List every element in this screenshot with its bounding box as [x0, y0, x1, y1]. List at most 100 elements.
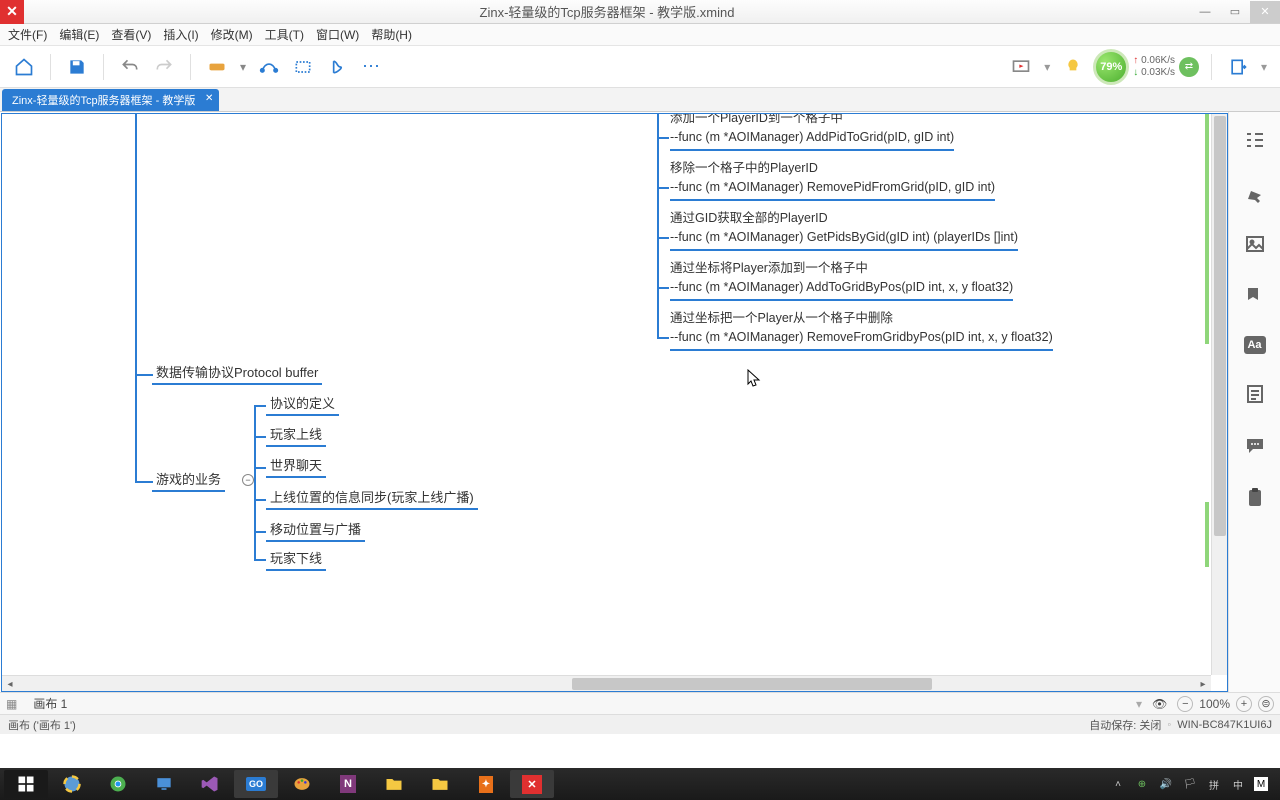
menu-modify[interactable]: 修改(M) [211, 26, 253, 43]
document-tab[interactable]: Zinx-轻量级的Tcp服务器框架 - 教学版 ✕ [2, 89, 219, 111]
marker-icon[interactable] [1243, 284, 1267, 308]
status-left: 画布 ('画布 1') [8, 717, 76, 733]
tray-ime2-icon[interactable]: 中 [1230, 776, 1246, 792]
text-icon[interactable]: Aa [1244, 336, 1266, 354]
minimize-button[interactable]: — [1190, 1, 1220, 23]
filter-icon[interactable]: ▾ [1136, 697, 1142, 711]
node-biz-4[interactable]: 上线位置的信息同步(玩家上线广播) [266, 487, 478, 510]
outline-icon[interactable] [1243, 128, 1267, 152]
dropdown-icon[interactable]: ▾ [1258, 53, 1270, 81]
hscroll-right-icon[interactable]: ▸ [1195, 676, 1211, 692]
maximize-button[interactable]: ▭ [1220, 1, 1250, 23]
dropdown-icon[interactable]: ▾ [237, 53, 249, 81]
tray-up-icon[interactable]: ˄ [1110, 776, 1126, 792]
export-icon[interactable] [1224, 53, 1252, 81]
node-label: 玩家下线 [266, 548, 326, 571]
task-onenote[interactable]: N [326, 770, 370, 798]
tray-safe-icon[interactable]: ⊕ [1134, 776, 1150, 792]
eye-icon[interactable]: 👁 [1152, 697, 1167, 711]
home-icon[interactable] [10, 53, 38, 81]
node-func-2[interactable]: 通过GID获取全部的PlayerID --func (m *AOIManager… [670, 209, 1018, 251]
node-line2: --func (m *AOIManager) AddToGridByPos(pI… [670, 278, 1013, 301]
collapse-toggle[interactable]: − [242, 474, 254, 486]
hscroll-thumb[interactable] [572, 678, 932, 690]
menu-file[interactable]: 文件(F) [8, 26, 47, 43]
undo-icon[interactable] [116, 53, 144, 81]
node-protocol[interactable]: 数据传输协议Protocol buffer [152, 362, 322, 385]
task-monitor[interactable] [142, 770, 186, 798]
boundary-icon[interactable] [289, 53, 317, 81]
image-icon[interactable] [1243, 232, 1267, 256]
dropdown-icon[interactable]: ▾ [1041, 53, 1053, 81]
vertical-scrollbar[interactable] [1211, 114, 1227, 675]
tab-close-icon[interactable]: ✕ [205, 93, 213, 104]
relationship-icon[interactable] [255, 53, 283, 81]
notes-icon[interactable] [1243, 382, 1267, 406]
sheet-tab[interactable]: 画布 1 [27, 695, 73, 712]
format-icon[interactable] [1243, 180, 1267, 204]
hscroll-left-icon[interactable]: ◂ [2, 676, 18, 692]
task-folder[interactable] [418, 770, 462, 798]
presentation-icon[interactable] [1007, 53, 1035, 81]
node-biz-3[interactable]: 世界聊天 [266, 455, 326, 478]
menu-window[interactable]: 窗口(W) [316, 26, 359, 43]
connector [135, 114, 137, 482]
horizontal-scrollbar[interactable]: ◂ ▸ [2, 675, 1211, 691]
sheet-menu-icon[interactable]: ▦ [6, 697, 17, 711]
node-business[interactable]: 游戏的业务 [152, 469, 225, 492]
task-app-1[interactable] [50, 770, 94, 798]
start-button[interactable] [4, 770, 48, 798]
separator [103, 54, 104, 80]
node-func-1[interactable]: 移除一个格子中的PlayerID --func (m *AOIManager) … [670, 159, 995, 201]
node-line2: --func (m *AOIManager) RemovePidFromGrid… [670, 178, 995, 201]
statusbar: 画布 ('画布 1') 自动保存: 关闭 ◦ WIN-BC847K1UI6J [0, 714, 1280, 734]
node-biz-5[interactable]: 移动位置与广播 [266, 519, 365, 542]
connector [135, 481, 153, 483]
system-tray: ˄ ⊕ 🔊 🏳 拼 中 M [1110, 776, 1276, 792]
node-biz-6[interactable]: 玩家下线 [266, 548, 326, 571]
node-biz-1[interactable]: 协议的定义 [266, 393, 339, 416]
tray-ime-icon[interactable]: 拼 [1206, 776, 1222, 792]
share-icon[interactable]: ⇄ [1179, 57, 1199, 77]
tray-m-icon[interactable]: M [1254, 777, 1268, 791]
tray-flag-icon[interactable]: 🏳 [1182, 776, 1198, 792]
node-biz-2[interactable]: 玩家上线 [266, 424, 326, 447]
comments-icon[interactable] [1243, 434, 1267, 458]
zoom-in-button[interactable]: + [1236, 696, 1252, 712]
zoom-out-button[interactable]: − [1177, 696, 1193, 712]
task-foxit[interactable]: ✦ [464, 770, 508, 798]
node-func-4[interactable]: 通过坐标把一个Player从一个格子中删除 --func (m *AOIMana… [670, 309, 1053, 351]
task-vs[interactable] [188, 770, 232, 798]
zoom-fit-button[interactable]: ⊜ [1258, 696, 1274, 712]
task-paint[interactable] [280, 770, 324, 798]
task-icon[interactable] [1243, 486, 1267, 510]
close-button[interactable]: ✕ [1250, 1, 1280, 23]
node-line2: --func (m *AOIManager) GetPidsByGid(gID … [670, 228, 1018, 251]
node-func-3[interactable]: 通过坐标将Player添加到一个格子中 --func (m *AOIManage… [670, 259, 1013, 301]
node-func-0[interactable]: 添加一个PlayerID到一个格子中 --func (m *AOIManager… [670, 114, 954, 151]
save-icon[interactable] [63, 53, 91, 81]
menu-tools[interactable]: 工具(T) [265, 26, 304, 43]
idea-icon[interactable] [1059, 53, 1087, 81]
menu-view[interactable]: 查看(V) [111, 26, 151, 43]
connector [254, 559, 266, 561]
menu-help[interactable]: 帮助(H) [371, 26, 412, 43]
right-panel: Aa [1228, 112, 1280, 692]
topic-icon[interactable] [203, 53, 231, 81]
menu-edit[interactable]: 编辑(E) [59, 26, 99, 43]
network-monitor: 79% 0.06K/s 0.03K/s ⇄ [1093, 49, 1199, 85]
net-upload: 0.06K/s [1133, 55, 1175, 67]
app-logo-icon: ✕ [0, 0, 24, 24]
task-explorer[interactable] [372, 770, 416, 798]
task-xmind[interactable]: ✕ [510, 770, 554, 798]
tray-sound-icon[interactable]: 🔊 [1158, 776, 1174, 792]
task-goland[interactable]: GO [234, 770, 278, 798]
mindmap-canvas[interactable]: 数据传输协议Protocol buffer 游戏的业务 − 协议的定义 玩家上线… [2, 114, 1211, 675]
summary-icon[interactable] [323, 53, 351, 81]
task-chrome[interactable] [96, 770, 140, 798]
menu-insert[interactable]: 插入(I) [163, 26, 198, 43]
redo-icon[interactable] [150, 53, 178, 81]
vscroll-thumb[interactable] [1214, 116, 1226, 536]
more-icon[interactable]: ⋯ [357, 53, 385, 81]
connector [657, 287, 669, 289]
